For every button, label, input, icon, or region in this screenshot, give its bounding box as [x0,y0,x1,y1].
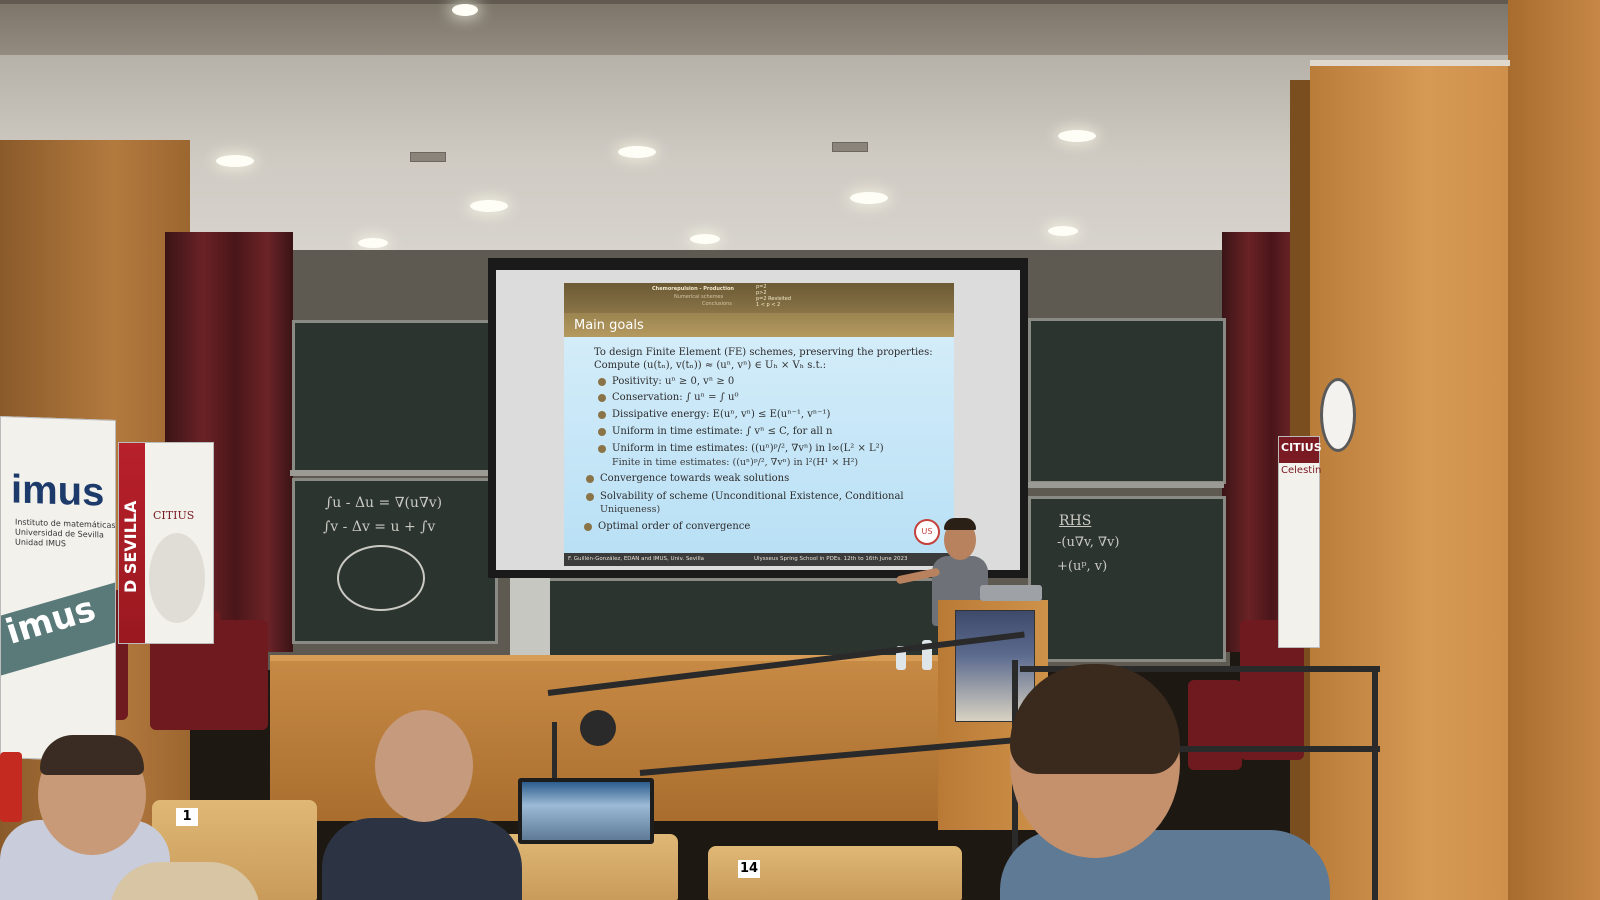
railing-post [552,722,557,782]
imus-banner: imus Instituto de matemáticas Universida… [0,415,116,763]
imus-subtitle: Instituto de matemáticas Universidad de … [15,517,116,549]
slide-intro: Compute (u(tₙ), v(tₙ)) ≈ (uⁿ, vⁿ) ∈ Uₕ ×… [594,360,827,371]
imus-logo-text: imus [11,467,105,515]
seat-number: 14 [738,860,760,878]
right-wall-trim [1310,60,1510,66]
bullet-icon [598,444,606,453]
ceiling-light [452,4,478,16]
ceiling-light [358,238,388,248]
ceiling-beam [0,0,1600,55]
slide-nav-right: 1 < p < 2 [756,302,781,308]
seat-number: 1 [176,808,198,826]
stage-chair [1188,680,1242,770]
audience-member-center-head [375,710,473,822]
gear-graphic [149,533,205,623]
audience-member-left-hair [40,735,144,775]
slide-bullet: Uniform in time estimate: ∫ vⁿ ≤ C, for … [598,426,832,437]
chalk-rail [290,470,490,476]
audience-seat: 14 [708,846,962,900]
bullet-icon [586,492,594,501]
slide-bullet-continuation: Uniqueness) [600,504,661,515]
ceiling-vent [832,142,868,152]
slide-bullet: Positivity: uⁿ ≥ 0, vⁿ ≥ 0 [598,376,734,387]
slide-bullet: Dissipative energy: E(uⁿ, vⁿ) ≤ E(uⁿ⁻¹, … [598,409,830,420]
bullet-icon [598,410,606,419]
chalk-text: RHS [1059,513,1092,529]
ceiling-vent [410,152,446,162]
slide-bullet: Uniform in time estimates: ((uⁿ)ᵖ/², ∇vⁿ… [598,443,884,454]
slide-bullet: Convergence towards weak solutions [586,473,789,484]
blackboard-lower-right: RHS -(u∇v, ∇v) +(uᵖ, v) [1028,496,1226,662]
ceiling-light [470,200,508,212]
slide-bullet: Optimal order of convergence [584,521,750,532]
blackboard-upper-left [292,320,493,474]
bullet-icon [598,377,606,386]
chalk-rail [1028,482,1224,488]
citius-right-banner: CITIUS Celestin [1278,436,1322,648]
ceiling-light [850,192,888,204]
railing-post [1372,666,1378,900]
slide-intro: To design Finite Element (FE) schemes, p… [594,347,933,358]
bullet-icon [598,393,606,402]
chalk-equation: ∫v - Δv = u + ∫v [323,519,436,535]
celestino-text: Celestin [1281,465,1322,476]
ceiling-light [690,234,720,244]
citius-right-text: CITIUS [1281,441,1322,454]
ceiling-light [1058,130,1096,142]
ceiling-light [618,146,656,158]
blackboard-lower-left: ∫u - Δu = ∇(u∇v) ∫v - Δv = u + ∫v [292,478,498,644]
bullet-icon [598,427,606,436]
desk-emblem [580,710,616,746]
ceiling-edge [0,0,1600,4]
sevilla-text: D SEVILLA [121,500,140,593]
slide-bullet: Solvability of scheme (Unconditional Exi… [586,491,904,502]
slide-nav-section: Chemorepulsion - Production [652,286,734,292]
chalk-circle [337,545,425,611]
blackboard-upper-right [1028,318,1226,484]
projected-slide: Chemorepulsion - Production Numerical sc… [564,283,954,566]
ceiling-light [216,155,254,167]
slide-footer-event: Ulysseus Spring School in PDEs. 12th to … [754,556,908,562]
slide-footer-author: F. Guillén-González, EDAN and IMUS, Univ… [568,556,704,562]
chalk-text: +(uᵖ, v) [1057,559,1108,574]
lecture-hall-scene: ∫u - Δu = ∇(u∇v) ∫v - Δv = u + ∫v RHS -(… [0,0,1600,900]
slide-title: Main goals [574,318,644,333]
ceiling-light [1048,226,1078,236]
chalk-equation: ∫u - Δu = ∇(u∇v) [325,495,443,511]
stage-chair [210,620,268,730]
audience-laptop [518,778,654,844]
audience-member-center-shoulders [322,818,522,900]
slide-bullet: Conservation: ∫ uⁿ = ∫ u⁰ [598,392,739,403]
citius-banner: D SEVILLA CITIUS [118,442,214,644]
bullet-icon [584,522,592,531]
bullet-icon [586,474,594,483]
chalk-text: -(u∇v, ∇v) [1057,535,1120,550]
citius-logo-text: CITIUS [153,509,195,522]
slide-nav-sub: Numerical schemes [674,294,724,300]
right-wood-edge [1508,0,1600,900]
red-bottle [0,752,22,822]
laptop-on-lectern [980,585,1042,601]
wall-clock [1320,378,1356,452]
university-seal-logo: US [914,519,940,545]
slide-nav-sub: Conclusions [702,301,732,307]
presenter-hair [944,518,976,530]
slide-bullet-continuation: Finite in time estimates: ((uⁿ)ᵖ/², ∇vⁿ)… [612,457,859,468]
